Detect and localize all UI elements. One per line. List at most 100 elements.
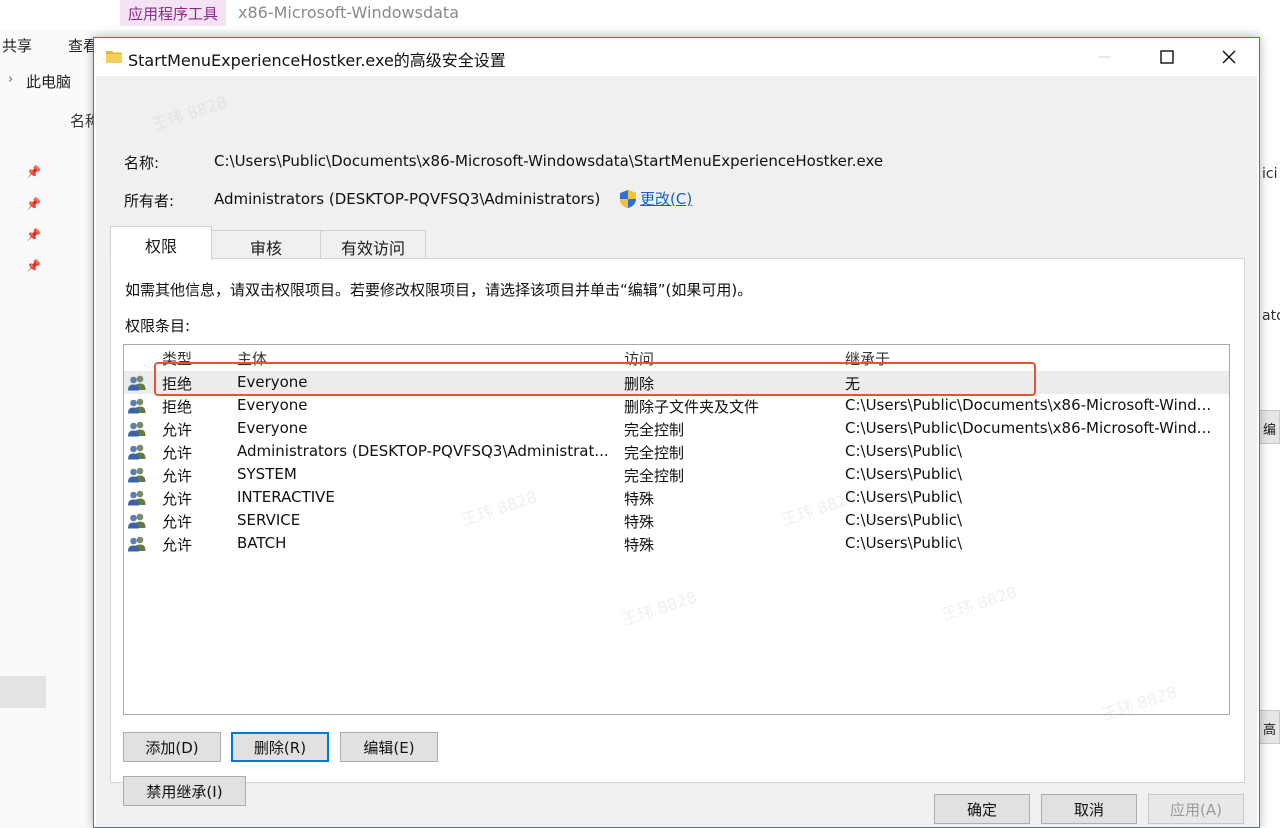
user-group-icon	[128, 536, 146, 552]
owner-label: 所有者:	[124, 192, 175, 210]
dialog-title: StartMenuExperienceHostker.exe的高级安全设置	[128, 51, 506, 70]
pin-icon: 📌	[26, 259, 41, 273]
tab-permissions[interactable]: 权限	[110, 226, 212, 260]
advanced-security-settings-dialog: StartMenuExperienceHostker.exe的高级安全设置 名称…	[93, 37, 1260, 828]
explorer-partial-button[interactable]: 高	[1258, 710, 1280, 744]
cell-principal: SYSTEM	[237, 465, 297, 483]
permissions-panel: 如需其他信息，请双击权限项目。若要修改权限项目，请选择该项目并单击“编辑”(如果…	[110, 258, 1245, 806]
minimize-button[interactable]	[1082, 38, 1128, 76]
cell-access: 特殊	[624, 513, 655, 531]
cell-access: 删除	[624, 375, 655, 393]
cell-type: 拒绝	[162, 398, 193, 416]
column-header-type[interactable]: 类型	[162, 348, 192, 369]
change-owner-link-label[interactable]: 更改(C)	[640, 188, 692, 209]
cell-access: 特殊	[624, 490, 655, 508]
maximize-button[interactable]	[1144, 38, 1190, 76]
user-group-icon	[128, 421, 146, 437]
pin-icon: 📌	[26, 228, 41, 242]
apply-button[interactable]: 应用(A)	[1148, 794, 1244, 824]
cell-principal: SERVICE	[237, 511, 301, 529]
uac-shield-icon	[620, 189, 636, 208]
cell-access: 完全控制	[624, 421, 685, 439]
maximize-icon	[1160, 50, 1174, 64]
cancel-button[interactable]: 取消	[1041, 794, 1137, 824]
permission-entry-row[interactable]: 允许 BATCH 特殊 C:\Users\Public\	[124, 532, 1229, 555]
ribbon-tab-share[interactable]: 共享	[2, 35, 32, 56]
tab-effective-access[interactable]: 有效访问	[320, 230, 426, 259]
cell-inherited-from: C:\Users\Public\	[845, 488, 963, 506]
cell-access: 完全控制	[624, 467, 685, 485]
cell-principal: Everyone	[237, 419, 308, 437]
permission-entry-row[interactable]: 允许 Administrators (DESKTOP-PQVFSQ3\Admini…	[124, 440, 1229, 463]
user-group-icon	[128, 490, 146, 506]
pin-icon: 📌	[26, 197, 41, 211]
cell-inherited-from: C:\Users\Public\Documents\x86-Microsoft-…	[845, 419, 1212, 437]
cell-access: 完全控制	[624, 444, 685, 462]
permission-entries-label: 权限条目:	[125, 317, 191, 335]
explorer-address-bar[interactable]: › 此电脑	[0, 66, 100, 96]
chevron-right-icon: ›	[8, 72, 14, 87]
cell-principal: BATCH	[237, 534, 287, 552]
permission-entry-row[interactable]: 允许 Everyone 完全控制 C:\Users\Public\Documents\…	[124, 417, 1229, 440]
column-header-inherited-from[interactable]: 继承于	[845, 348, 890, 369]
user-group-icon	[128, 513, 146, 529]
cell-type: 允许	[162, 444, 193, 462]
add-button[interactable]: 添加(D)	[123, 732, 221, 762]
cell-inherited-from: 无	[845, 375, 861, 393]
user-group-icon	[128, 467, 146, 483]
column-header-access[interactable]: 访问	[624, 348, 654, 369]
ok-button[interactable]: 确定	[934, 794, 1030, 824]
cell-inherited-from: C:\Users\Public\	[845, 511, 963, 529]
permission-entry-row[interactable]: 拒绝 Everyone 删除 无	[124, 371, 1229, 394]
dialog-titlebar[interactable]: StartMenuExperienceHostker.exe的高级安全设置	[94, 38, 1259, 76]
explorer-partial-text: ato	[1262, 308, 1280, 324]
explorer-titlebar: 应用程序工具 x86-Microsoft-Windowsdata	[0, 0, 1280, 30]
tab-auditing[interactable]: 审核	[211, 230, 321, 259]
cell-access: 删除子文件夹及文件	[624, 398, 760, 416]
cell-principal: Everyone	[237, 396, 308, 414]
pin-icon: 📌	[26, 165, 41, 179]
cell-principal: Administrators (DESKTOP-PQVFSQ3\Administ…	[237, 442, 609, 460]
cell-type: 允许	[162, 421, 193, 439]
minimize-icon	[1099, 56, 1111, 58]
column-header-principal[interactable]: 主体	[237, 348, 267, 369]
name-value: C:\Users\Public\Documents\x86-Microsoft-…	[214, 152, 884, 170]
close-button[interactable]	[1206, 38, 1252, 76]
cell-inherited-from: C:\Users\Public\Documents\x86-Microsoft-…	[845, 396, 1212, 414]
cell-inherited-from: C:\Users\Public\	[845, 442, 963, 460]
user-group-icon	[128, 375, 146, 391]
user-group-icon	[128, 398, 146, 414]
cell-inherited-from: C:\Users\Public\	[845, 534, 963, 552]
user-group-icon	[128, 444, 146, 460]
permission-entry-row[interactable]: 允许 SYSTEM 完全控制 C:\Users\Public\	[124, 463, 1229, 486]
cell-type: 拒绝	[162, 375, 193, 393]
change-owner-link[interactable]: 更改(C)	[619, 188, 692, 209]
explorer-partial-button[interactable]: 编	[1258, 410, 1280, 444]
cell-type: 允许	[162, 467, 193, 485]
disable-inheritance-button[interactable]: 禁用继承(I)	[123, 776, 246, 806]
explorer-partial-text: ici	[1262, 166, 1278, 182]
name-label: 名称:	[124, 154, 160, 172]
explorer-selected-item[interactable]	[0, 676, 46, 708]
cell-principal: Everyone	[237, 373, 308, 391]
cell-type: 允许	[162, 513, 193, 531]
permission-entry-row[interactable]: 允许 INTERACTIVE 特殊 C:\Users\Public\	[124, 486, 1229, 509]
permission-entries-list[interactable]: 类型 主体 访问 继承于 拒绝 Everyone 删除无拒绝 Everyone 删除子文…	[123, 344, 1230, 715]
cell-principal: INTERACTIVE	[237, 488, 335, 506]
explorer-folder-title: x86-Microsoft-Windowsdata	[238, 3, 459, 22]
folder-icon	[106, 51, 122, 63]
cell-type: 允许	[162, 490, 193, 508]
info-text: 如需其他信息，请双击权限项目。若要修改权限项目，请选择该项目并单击“编辑”(如果…	[125, 281, 753, 299]
edit-button[interactable]: 编辑(E)	[340, 732, 438, 762]
dialog-body: 名称: C:\Users\Public\Documents\x86-Micros…	[96, 76, 1257, 827]
cell-access: 特殊	[624, 536, 655, 554]
cell-type: 允许	[162, 536, 193, 554]
breadcrumb-this-pc[interactable]: 此电脑	[26, 71, 71, 92]
application-tools-tab[interactable]: 应用程序工具	[120, 0, 227, 26]
cell-inherited-from: C:\Users\Public\	[845, 465, 963, 483]
remove-button[interactable]: 删除(R)	[231, 732, 329, 762]
permission-entry-row[interactable]: 允许 SERVICE 特殊 C:\Users\Public\	[124, 509, 1229, 532]
owner-value: Administrators (DESKTOP-PQVFSQ3\Administ…	[214, 190, 601, 208]
close-icon	[1222, 50, 1236, 64]
permission-entry-row[interactable]: 拒绝 Everyone 删除子文件夹及文件 C:\Users\Public\Docum…	[124, 394, 1229, 417]
